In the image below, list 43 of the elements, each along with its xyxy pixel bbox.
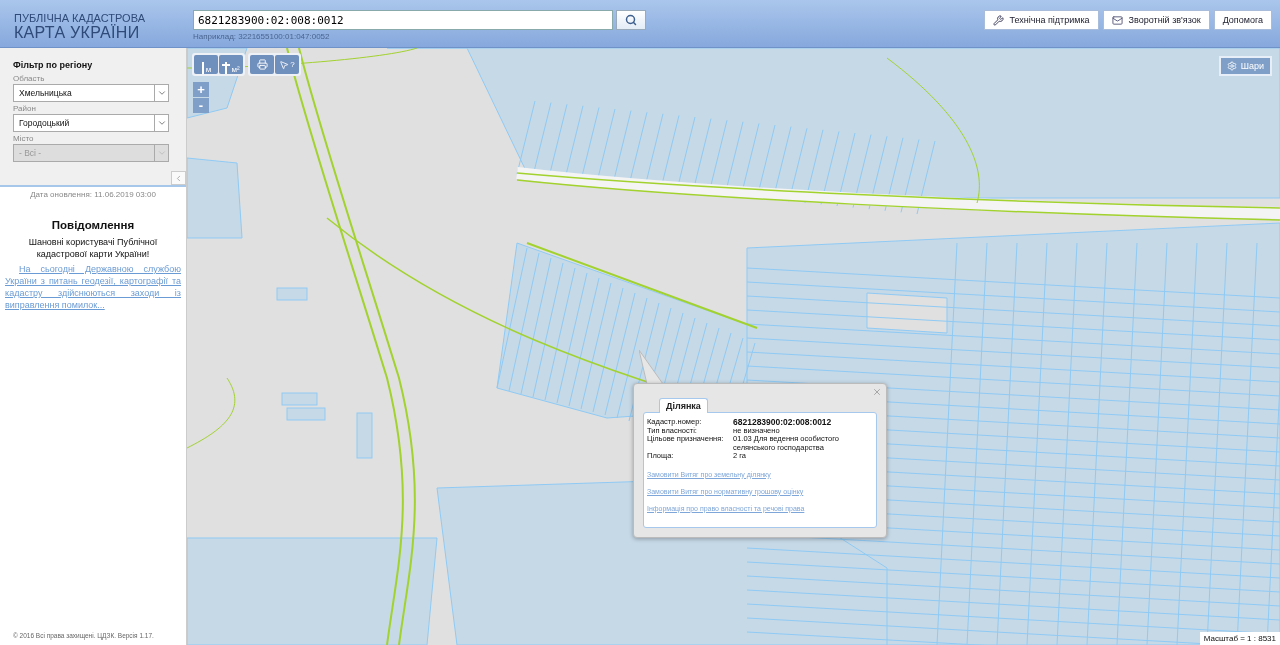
- mail-icon: [1111, 14, 1123, 26]
- popup-tab[interactable]: Ділянка: [659, 398, 708, 413]
- logo-title: КАРТА УКРАЇНИ: [14, 24, 141, 41]
- close-icon[interactable]: [872, 387, 882, 397]
- select-field[interactable]: Городоцький: [13, 114, 169, 132]
- chevron-down-icon: [156, 88, 167, 98]
- chevron-down-icon: [156, 148, 167, 158]
- header-button[interactable]: Технічна підтримка: [983, 10, 1099, 30]
- collapse-button[interactable]: [171, 171, 186, 185]
- search-button[interactable]: [616, 10, 646, 30]
- field-label: Місто: [13, 134, 35, 143]
- layers-button[interactable]: Шари: [1218, 56, 1272, 76]
- map-tool-button[interactable]: ?: [275, 55, 299, 74]
- header-button[interactable]: Допомога: [1213, 10, 1272, 30]
- map-scale: Масштаб = 1 : 8531: [1199, 632, 1280, 645]
- cursor-icon: [279, 59, 290, 70]
- logo-subtitle: ПУБЛІЧНА КАДАСТРОВА: [14, 12, 146, 24]
- notice-text: Шановні користувачі Публічної кадастрової карти України!: [27, 236, 159, 260]
- update-date: Дата оновлення: 11.06.2019 03:00: [29, 190, 157, 199]
- print-icon: [256, 59, 268, 70]
- chevron-left-icon: [174, 173, 183, 183]
- search-hint: Наприклад: 3221655100:01:047:0052: [193, 32, 331, 41]
- zoom-button[interactable]: -: [193, 98, 209, 113]
- map-tool-button[interactable]: [250, 55, 274, 74]
- notice-title: Повідомлення: [50, 219, 136, 231]
- field-label: Область: [13, 74, 46, 83]
- ruler-line-icon: [200, 62, 205, 74]
- zoom-button[interactable]: +: [193, 82, 209, 97]
- header-button[interactable]: Зворотній зв'язок: [1102, 10, 1210, 30]
- chevron-down-icon: [156, 118, 167, 128]
- map-drawing[interactable]: [187, 48, 1280, 645]
- search-icon: [625, 14, 637, 26]
- tools-icon: [992, 14, 1004, 26]
- info-value: 6821283900:02:008:0012: [733, 418, 833, 427]
- notice-link[interactable]: На сьогодні Державною службою України з питань геодезії, картографії та кадастру здійснюються заходи із виправлення помилок...: [5, 263, 181, 311]
- select-field[interactable]: Хмельницька: [13, 84, 169, 102]
- search-field[interactable]: 6821283900:02:008:0012: [193, 10, 613, 30]
- gear-icon: [1226, 61, 1237, 71]
- field-label: Район: [13, 104, 37, 113]
- ruler-cross-icon: [222, 62, 231, 74]
- measure-tool-button[interactable]: м²: [219, 55, 243, 74]
- filter-title: Фільтр по регіону: [13, 60, 94, 70]
- measure-tool-button[interactable]: м: [194, 55, 218, 74]
